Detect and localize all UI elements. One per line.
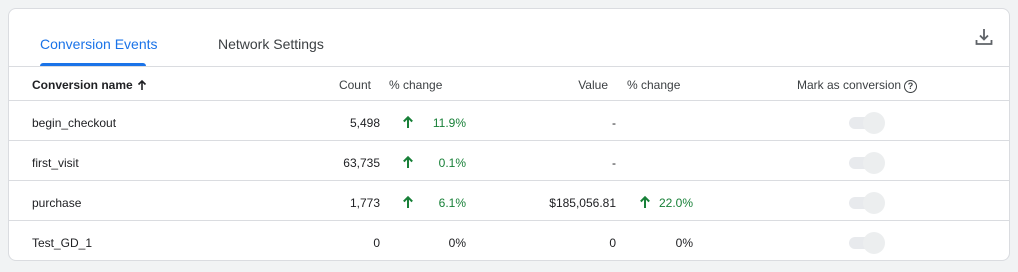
- count-value: 1,773: [349, 196, 380, 210]
- table-row: begin_checkout 5,498 11.9% -: [9, 101, 1009, 141]
- column-header-count-change[interactable]: % change: [389, 77, 442, 93]
- conversion-name: begin_checkout: [32, 116, 117, 130]
- arrow-upward-icon[interactable]: [137, 79, 147, 95]
- tab-network-settings[interactable]: Network Settings: [218, 35, 324, 53]
- value-amount: -: [612, 156, 616, 170]
- column-header-name-label: Conversion name: [32, 78, 133, 92]
- arrow-up-icon: [402, 195, 414, 214]
- arrow-up-icon: [402, 155, 414, 174]
- column-header-value[interactable]: Value: [578, 77, 608, 93]
- column-header-name[interactable]: Conversion name: [32, 77, 147, 95]
- arrow-up-icon: [402, 115, 414, 134]
- conversion-name: Test_GD_1: [32, 236, 93, 250]
- toggle-thumb: [863, 112, 885, 134]
- column-header-mark-label: Mark as conversion: [797, 78, 902, 92]
- conversion-name: first_visit: [32, 156, 79, 170]
- column-header-mark-as-conversion: Mark as conversion?: [797, 77, 918, 93]
- tabs-divider: [9, 66, 1009, 67]
- toggle-thumb: [863, 192, 885, 214]
- value-change: 22.0%: [658, 196, 693, 210]
- mark-as-conversion-toggle[interactable]: [849, 152, 885, 174]
- table-row: first_visit 63,735 0.1% -: [9, 141, 1009, 181]
- count-change: 11.9%: [432, 116, 466, 130]
- toggle-thumb: [863, 152, 885, 174]
- value-amount: 0: [609, 236, 616, 250]
- conversion-name: purchase: [32, 196, 82, 210]
- toggle-thumb: [863, 232, 885, 254]
- conversions-card: Conversion Events Network Settings Conve…: [8, 8, 1010, 261]
- count-value: 0: [373, 236, 380, 250]
- column-header-count[interactable]: Count: [339, 77, 371, 93]
- mark-as-conversion-toggle[interactable]: [849, 112, 885, 134]
- count-value: 5,498: [349, 116, 380, 130]
- mark-as-conversion-toggle[interactable]: [849, 232, 885, 254]
- value-amount: $185,056.81: [549, 196, 616, 210]
- table-row: Test_GD_1 0 0% 0 0%: [9, 221, 1009, 260]
- value-amount: -: [612, 116, 616, 130]
- mark-as-conversion-toggle[interactable]: [849, 192, 885, 214]
- tab-conversion-events[interactable]: Conversion Events: [40, 35, 158, 53]
- table-row: purchase 1,773 6.1% $185,056.81 22.0%: [9, 181, 1009, 221]
- help-icon[interactable]: ?: [904, 80, 918, 93]
- download-icon: [975, 29, 993, 45]
- count-change: 6.1%: [438, 196, 466, 210]
- count-change: 0%: [448, 236, 466, 250]
- download-button[interactable]: [970, 23, 998, 51]
- value-change: 0%: [675, 236, 693, 250]
- arrow-up-icon: [639, 195, 651, 214]
- count-change: 0.1%: [438, 156, 466, 170]
- column-header-value-change[interactable]: % change: [627, 77, 680, 93]
- count-value: 63,735: [343, 156, 380, 170]
